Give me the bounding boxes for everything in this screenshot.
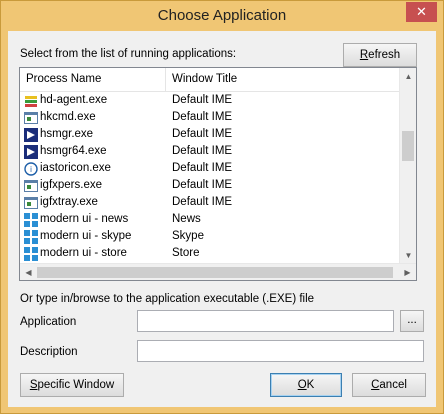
process-name-cell: hsmgr.exe (40, 128, 94, 140)
intel-icon: i (24, 162, 38, 176)
title-bar: Choose Application ✕ (1, 1, 443, 31)
list-item[interactable]: i iastoricon.exe Default IME (20, 161, 404, 178)
dialog-client: Select from the list of running applicat… (8, 31, 436, 407)
list-item[interactable]: modern ui - skype Skype (20, 229, 404, 246)
list-item[interactable]: igfxtray.exe Default IME (20, 195, 404, 212)
specific-window-label: Specific Window (29, 379, 115, 391)
ok-button[interactable]: OK (270, 373, 342, 397)
window-title-cell: Default IME (172, 111, 233, 123)
process-name-cell: hd-agent.exe (40, 94, 108, 106)
window-title-cell: Default IME (172, 196, 233, 208)
refresh-label: Refresh (359, 49, 401, 61)
process-name-cell: igfxtray.exe (40, 196, 98, 208)
browse-prompt: Or type in/browse to the application exe… (20, 293, 315, 305)
application-label: Application (20, 316, 77, 328)
list-item[interactable]: modern ui - store Store (20, 246, 404, 263)
list-body: hd-agent.exe Default IME hkcmd.exe Default … (20, 93, 404, 263)
window-title-cell: Store (172, 247, 200, 259)
description-input[interactable] (137, 340, 424, 362)
scroll-left-icon[interactable]: ◀ (20, 264, 37, 280)
window-title-cell: Skype (172, 230, 204, 242)
dialog-window: Choose Application ✕ Select from the lis… (0, 0, 444, 414)
modern-ui-icon (24, 213, 38, 227)
close-button[interactable]: ✕ (406, 2, 437, 22)
horizontal-scroll-thumb[interactable] (37, 267, 393, 278)
modern-ui-icon (24, 230, 38, 244)
description-label: Description (20, 346, 78, 358)
column-window-title[interactable]: Window Title (166, 68, 404, 91)
list-item[interactable]: hd-agent.exe Default IME (20, 93, 404, 110)
process-name-cell: modern ui - skype (40, 230, 132, 242)
cancel-label: Cancel (371, 379, 407, 391)
window-title-cell: Default IME (172, 94, 233, 106)
modern-ui-icon (24, 247, 38, 261)
window-icon (24, 111, 38, 125)
vertical-scrollbar[interactable]: ▲ ▼ (399, 68, 416, 264)
list-item[interactable]: hkcmd.exe Default IME (20, 110, 404, 127)
close-icon: ✕ (416, 4, 427, 19)
svg-text:i: i (30, 165, 32, 174)
window-title-cell: Default IME (172, 145, 233, 157)
ok-label: OK (297, 379, 315, 391)
window-icon (24, 179, 38, 193)
hotkey-icon (24, 128, 38, 142)
column-process-name[interactable]: Process Name (20, 68, 166, 91)
hotkey-icon (24, 145, 38, 159)
horizontal-scrollbar[interactable]: ◀ ▶ (20, 263, 416, 280)
process-name-cell: hkcmd.exe (40, 111, 96, 123)
list-item[interactable]: hsmgr64.exe Default IME (20, 144, 404, 161)
process-name-cell: igfxpers.exe (40, 179, 103, 191)
process-name-cell: modern ui - news (40, 213, 129, 225)
list-prompt: Select from the list of running applicat… (20, 48, 237, 60)
list-item[interactable]: igfxpers.exe Default IME (20, 178, 404, 195)
list-header: Process Name Window Title (20, 68, 404, 92)
bluestacks-icon (24, 94, 38, 108)
refresh-button[interactable]: Refresh (343, 43, 417, 67)
scroll-right-icon[interactable]: ▶ (399, 264, 416, 280)
vertical-scroll-thumb[interactable] (402, 131, 414, 161)
dialog-title: Choose Application (157, 7, 287, 24)
window-title-cell: Default IME (172, 179, 233, 191)
cancel-button[interactable]: Cancel (352, 373, 426, 397)
process-name-cell: hsmgr64.exe (40, 145, 107, 157)
window-title-cell: News (172, 213, 201, 225)
browse-label: ... (407, 314, 417, 326)
scroll-up-icon[interactable]: ▲ (400, 68, 416, 85)
window-title-cell: Default IME (172, 128, 233, 140)
list-item[interactable]: hsmgr.exe Default IME (20, 127, 404, 144)
application-input[interactable] (137, 310, 394, 332)
process-name-cell: modern ui - store (40, 247, 127, 259)
list-item[interactable]: modern ui - news News (20, 212, 404, 229)
specific-window-button[interactable]: Specific Window (20, 373, 124, 397)
process-list[interactable]: Process Name Window Title hd-agent.exe De… (19, 67, 417, 281)
window-title-cell: Default IME (172, 162, 233, 174)
browse-button[interactable]: ... (400, 310, 424, 332)
process-name-cell: iastoricon.exe (40, 162, 111, 174)
scroll-down-icon[interactable]: ▼ (400, 247, 416, 264)
window-icon (24, 196, 38, 210)
